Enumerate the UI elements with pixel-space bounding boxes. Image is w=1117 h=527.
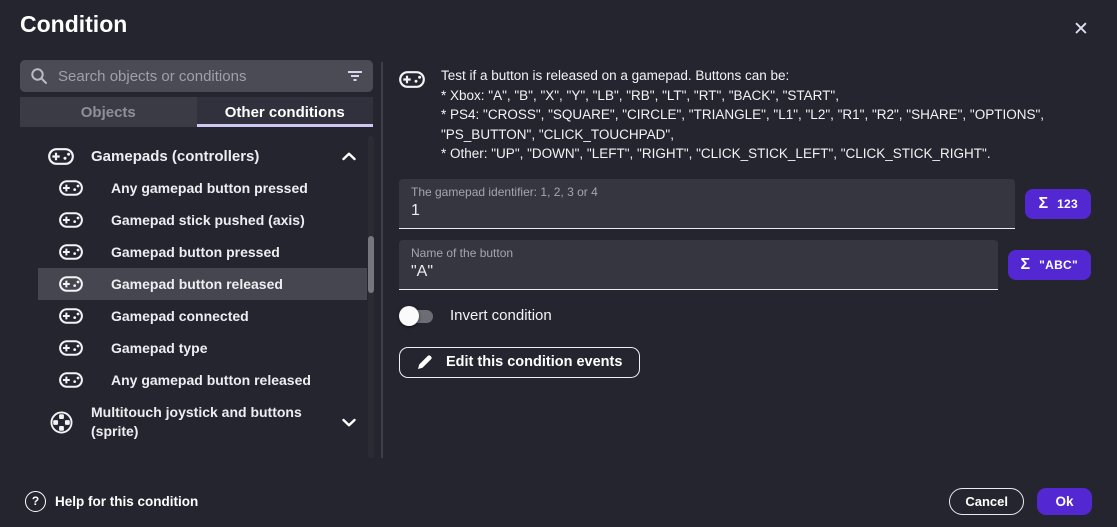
list-item[interactable]: Gamepad button pressed: [38, 236, 367, 268]
list-item-selected[interactable]: Gamepad button released: [38, 268, 367, 300]
list-item-label: Gamepad button released: [111, 276, 283, 292]
left-panel: Objects Other conditions Gamepads (contr…: [20, 60, 373, 448]
list-group-label: Gamepads (controllers): [91, 148, 259, 165]
tab-bar: Objects Other conditions: [20, 97, 373, 127]
gamepad-icon: [58, 244, 84, 260]
list-item[interactable]: Gamepad type: [38, 332, 367, 364]
dialog-footer: ? Help for this condition Cancel Ok: [0, 486, 1117, 516]
description-row: Test if a button is released on a gamepa…: [399, 66, 1091, 164]
expression-builder-button-string[interactable]: Σ "ABC": [1008, 250, 1092, 280]
list-item-label: Any gamepad button released: [111, 372, 311, 388]
help-label: Help for this condition: [55, 494, 198, 509]
chevron-up-icon[interactable]: [342, 152, 356, 161]
list-item[interactable]: Gamepad connected: [38, 300, 367, 332]
help-link[interactable]: ? Help for this condition: [25, 491, 198, 512]
dialog-title: Condition: [20, 11, 127, 38]
panel-divider: [381, 62, 383, 458]
gamepad-icon: [58, 308, 84, 324]
list-item-label: Gamepad connected: [111, 308, 249, 324]
parameter-fields: The gamepad identifier: 1, 2, 3 or 4 1 Σ…: [399, 179, 1091, 290]
tab-objects[interactable]: Objects: [20, 97, 197, 127]
gamepad-icon: [48, 148, 74, 165]
list-scrollbar[interactable]: [368, 136, 374, 458]
list-item-label: Any gamepad button pressed: [111, 180, 308, 196]
close-icon[interactable]: ✕: [1069, 17, 1093, 41]
invert-condition-row: Invert condition: [399, 306, 1091, 326]
scrollbar-thumb[interactable]: [368, 236, 374, 293]
field-row-button-name: Name of the button "A" Σ "ABC": [399, 240, 1091, 290]
list-item[interactable]: Any gamepad button pressed: [38, 172, 367, 204]
condition-detail-panel: Test if a button is released on a gamepa…: [399, 66, 1091, 378]
expression-button-label: "ABC": [1039, 258, 1078, 272]
list-item-label: Gamepad stick pushed (axis): [111, 212, 305, 228]
field-value[interactable]: 1: [411, 202, 1003, 220]
gamepad-icon: [58, 180, 84, 196]
list-group-multitouch[interactable]: Multitouch joystick and buttons (sprite): [38, 396, 367, 448]
ok-button[interactable]: Ok: [1037, 488, 1092, 515]
edit-button-label: Edit this condition events: [446, 354, 622, 370]
gamepad-identifier-field[interactable]: The gamepad identifier: 1, 2, 3 or 4 1: [399, 179, 1015, 229]
condition-dialog: Condition ✕ Objects Other conditions: [0, 0, 1117, 527]
list-item[interactable]: Gamepad stick pushed (axis): [38, 204, 367, 236]
tab-other-conditions[interactable]: Other conditions: [197, 97, 374, 127]
condition-description: Test if a button is released on a gamepa…: [441, 66, 1091, 164]
button-name-field[interactable]: Name of the button "A": [399, 240, 998, 290]
search-box[interactable]: [20, 60, 373, 92]
field-label: The gamepad identifier: 1, 2, 3 or 4: [411, 185, 1003, 199]
tab-objects-label: Objects: [81, 104, 136, 121]
conditions-list: Gamepads (controllers) Any gamepad butto…: [38, 140, 367, 448]
toggle-thumb[interactable]: [399, 306, 419, 326]
cancel-button[interactable]: Cancel: [949, 488, 1024, 515]
tab-other-conditions-label: Other conditions: [225, 104, 345, 121]
active-tab-underline: [197, 124, 374, 127]
expression-button-label: 123: [1057, 197, 1078, 211]
gamepad-icon: [58, 340, 84, 356]
footer-actions: Cancel Ok: [949, 488, 1092, 515]
filter-icon[interactable]: [347, 70, 363, 82]
invert-condition-label: Invert condition: [450, 307, 552, 324]
dpad-icon: [48, 411, 74, 434]
chevron-down-icon[interactable]: [342, 418, 356, 427]
invert-condition-toggle[interactable]: [399, 306, 436, 326]
expression-builder-button-number[interactable]: Σ 123: [1025, 189, 1091, 219]
edit-condition-events-button[interactable]: Edit this condition events: [399, 347, 640, 378]
pencil-icon: [417, 354, 433, 370]
gamepad-icon: [58, 212, 84, 228]
help-icon: ?: [25, 491, 46, 512]
list-group-label: Multitouch joystick and buttons (sprite): [91, 403, 309, 441]
field-value[interactable]: "A": [411, 263, 986, 281]
list-item-label: Gamepad type: [111, 340, 207, 356]
gamepad-icon: [399, 71, 425, 93]
gamepad-icon: [58, 276, 84, 292]
field-row-gamepad-identifier: The gamepad identifier: 1, 2, 3 or 4 1 Σ…: [399, 179, 1091, 229]
sigma-icon: Σ: [1021, 256, 1031, 274]
field-label: Name of the button: [411, 246, 986, 260]
list-item-label: Gamepad button pressed: [111, 244, 280, 260]
search-input[interactable]: [56, 67, 339, 86]
sigma-icon: Σ: [1038, 195, 1048, 213]
gamepad-icon: [58, 372, 84, 388]
search-icon: [30, 67, 48, 85]
list-group-gamepads[interactable]: Gamepads (controllers): [38, 140, 367, 172]
list-item[interactable]: Any gamepad button released: [38, 364, 367, 396]
